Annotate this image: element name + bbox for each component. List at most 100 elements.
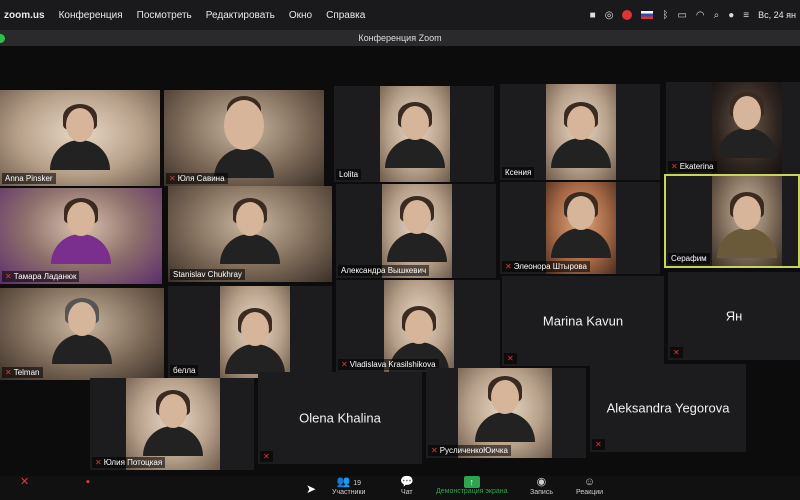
video-tile[interactable]: Александра Вышкевич	[336, 184, 496, 278]
video-tile-active-speaker[interactable]: Серафим	[664, 174, 800, 268]
participant-name: ✕ Ekaterina	[668, 161, 717, 172]
mute-button[interactable]: ✕	[20, 476, 29, 489]
menu-bar: zoom.us Конференция Посмотреть Редактиро…	[0, 0, 800, 30]
menu-help[interactable]: Справка	[326, 10, 365, 21]
mic-muted-icon: ✕	[169, 174, 176, 183]
notification-icon[interactable]	[622, 10, 633, 20]
video-tile[interactable]: ✕ Telman	[0, 288, 164, 380]
participant-name: ✕ Юлия Потоцкая	[92, 457, 166, 468]
menu-conference[interactable]: Конференция	[59, 10, 123, 21]
participant-name: ✕ Тамара Ладанюк	[2, 271, 80, 282]
video-tile[interactable]: Ян ✕	[668, 272, 800, 360]
participant-name: Lolita	[336, 169, 362, 180]
participant-name-centered: Ян	[725, 308, 743, 324]
record-button[interactable]: ◉ Запись	[530, 476, 553, 496]
mic-muted-icon: ✕	[507, 354, 514, 363]
menu-view[interactable]: Посмотреть	[137, 10, 192, 21]
menu-window[interactable]: Окно	[289, 10, 312, 21]
participant-name: ✕	[504, 353, 517, 364]
chat-button[interactable]: 💬 Чат	[400, 476, 414, 496]
video-gallery: Anna Pinsker ✕ Юля Савина Lolita Ксения ✕…	[0, 46, 800, 476]
video-tile[interactable]: Marina Kavun ✕	[502, 276, 664, 366]
participant-name: ✕ Юля Савина	[166, 173, 228, 184]
menu-clock[interactable]: Вс, 24 ян	[758, 10, 796, 20]
participant-name: ✕	[260, 451, 273, 462]
participant-name: Серафим	[668, 253, 710, 264]
participant-name-centered: Marina Kavun	[542, 313, 624, 329]
window-maximize-button[interactable]	[0, 34, 5, 43]
participant-video	[220, 198, 280, 264]
participant-name: Stanislav Chukhray	[170, 269, 245, 280]
chat-icon: 💬	[400, 476, 414, 488]
participant-name: ✕ Элеонора Штырова	[502, 261, 590, 272]
participant-name: Ксения	[502, 167, 535, 178]
mic-muted-icon: ✕	[5, 368, 12, 377]
video-tile[interactable]: белла	[168, 286, 332, 378]
camera-off-icon: ▪	[86, 476, 90, 488]
input-language-icon[interactable]	[641, 11, 654, 19]
participant-video	[51, 198, 111, 264]
battery-icon[interactable]: ▭	[677, 10, 686, 21]
video-tile[interactable]: ✕ Тамара Ладанюк	[0, 188, 162, 284]
participant-video	[220, 286, 290, 378]
mic-muted-icon: ✕	[673, 348, 680, 357]
participant-video	[382, 184, 452, 278]
video-tile[interactable]: ✕ Юля Савина	[164, 90, 324, 186]
share-screen-button[interactable]: ↑ Демонстрация экрана	[436, 476, 508, 495]
video-tile[interactable]: ✕ Vladislava Krasilshikova	[336, 280, 500, 372]
mic-muted-icon: ✕	[20, 476, 30, 488]
participant-video	[50, 104, 110, 170]
participants-icon: 👥 19	[336, 476, 361, 488]
mic-muted-icon: ✕	[341, 360, 348, 369]
participant-video	[712, 82, 782, 174]
creative-cloud-icon[interactable]: ◎	[605, 10, 614, 21]
stop-video-button[interactable]: ▪	[86, 476, 90, 489]
mouse-cursor-icon: ➤	[306, 482, 317, 496]
share-screen-icon: ↑	[463, 476, 480, 488]
meeting-toolbar: ✕ ▪ ➤ 👥 19 Участники 💬 Чат ↑ Демонстраци…	[0, 476, 800, 500]
control-center-icon[interactable]: ≡	[743, 10, 749, 21]
participant-name: ✕ РусличенкоЮичка	[428, 445, 512, 456]
mic-muted-icon: ✕	[431, 446, 438, 455]
video-tile[interactable]: ✕ Юлия Потоцкая	[90, 378, 254, 470]
window-title-bar: Конференция Zoom	[0, 30, 800, 46]
video-tile[interactable]: Olena Khalina ✕	[258, 372, 422, 464]
mic-muted-icon: ✕	[595, 440, 602, 449]
participant-name: ✕ Vladislava Krasilshikova	[338, 359, 439, 370]
search-icon[interactable]: ⌕	[714, 10, 720, 21]
participant-name: ✕ Telman	[2, 367, 43, 378]
participant-name: ✕	[670, 347, 683, 358]
participant-video	[214, 96, 274, 178]
reactions-button[interactable]: ☺ Реакции	[576, 476, 603, 496]
reactions-icon: ☺	[583, 476, 596, 488]
video-tile[interactable]: ✕ Элеонора Штырова	[500, 182, 660, 274]
video-tile[interactable]: ✕ Ekaterina	[666, 82, 800, 174]
menu-app-name[interactable]: zoom.us	[4, 10, 45, 21]
participant-video	[546, 84, 616, 180]
mic-muted-icon: ✕	[671, 162, 678, 171]
mic-muted-icon: ✕	[5, 272, 12, 281]
video-tile[interactable]: Anna Pinsker	[0, 90, 160, 186]
user-icon[interactable]: ●	[728, 10, 734, 21]
video-tile[interactable]: Stanislav Chukhray	[168, 186, 332, 282]
zoom-camera-icon[interactable]: ■	[590, 10, 596, 21]
participant-name: Anna Pinsker	[2, 173, 56, 184]
participant-video	[52, 298, 112, 364]
participant-name-centered: Aleksandra Yegorova	[606, 400, 730, 416]
participant-video	[712, 176, 782, 266]
video-tile[interactable]: Lolita	[334, 86, 494, 182]
participant-name: ✕	[592, 439, 605, 450]
wifi-icon[interactable]: ◠	[696, 10, 705, 21]
participant-name: белла	[170, 365, 199, 376]
mic-muted-icon: ✕	[505, 262, 512, 271]
mic-muted-icon: ✕	[95, 458, 102, 467]
video-tile[interactable]: Aleksandra Yegorova ✕	[590, 364, 746, 452]
menu-edit[interactable]: Редактировать	[206, 10, 275, 21]
video-tile[interactable]: ✕ РусличенкоЮичка	[426, 368, 586, 458]
participant-name-centered: Olena Khalina	[299, 410, 381, 426]
video-tile[interactable]: Ксения	[500, 84, 660, 180]
window-title: Конференция Zoom	[358, 33, 442, 43]
participants-button[interactable]: 👥 19 Участники	[332, 476, 365, 496]
participant-name: Александра Вышкевич	[338, 265, 430, 276]
bluetooth-icon[interactable]: ᛒ	[662, 10, 668, 21]
